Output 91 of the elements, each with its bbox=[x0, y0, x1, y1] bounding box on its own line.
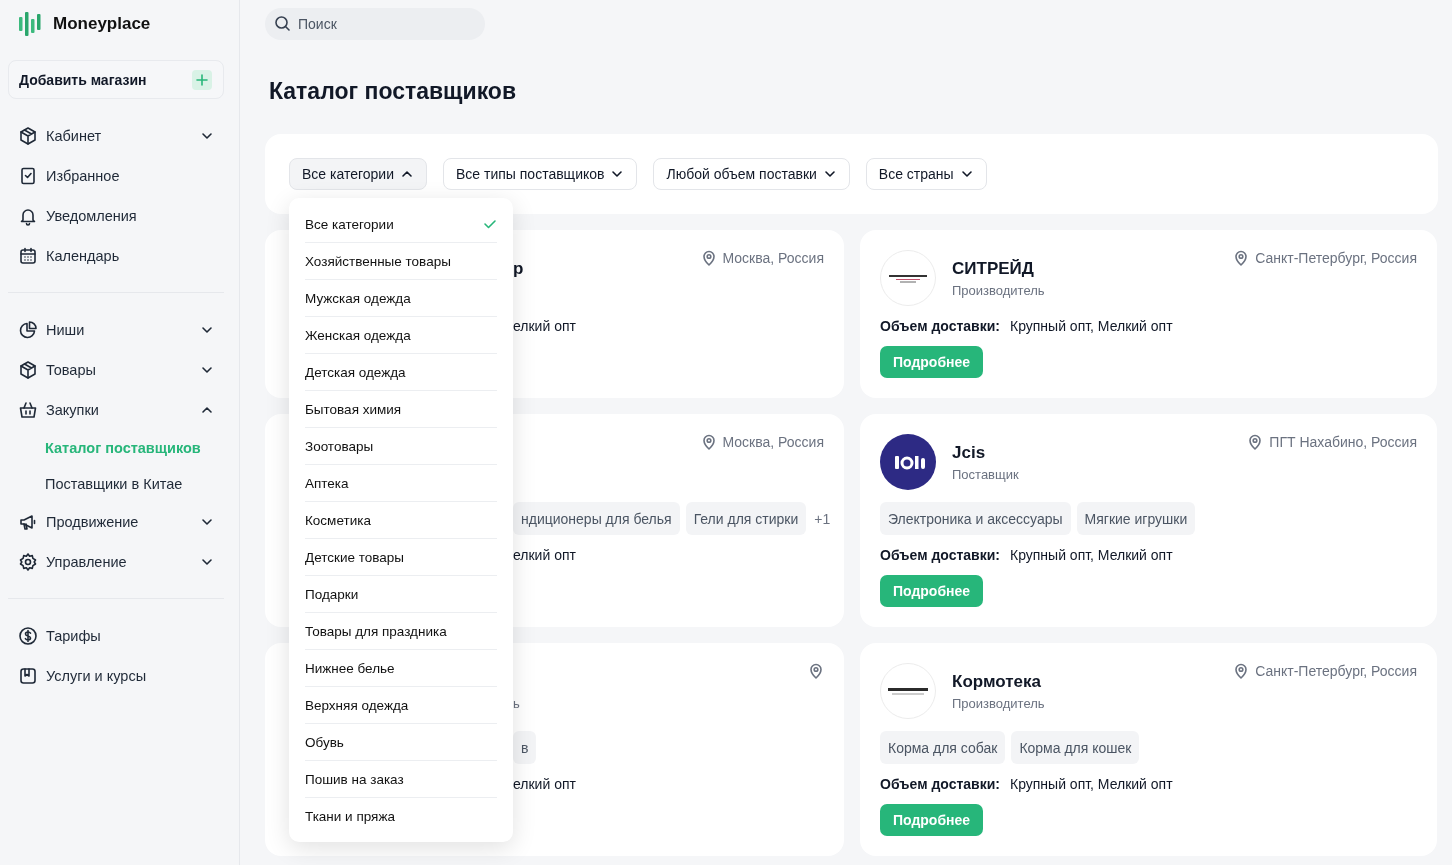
delivery-label: Объем доставки: bbox=[880, 546, 1000, 565]
nav-item[interactable]: Ниши bbox=[8, 310, 224, 350]
menu-item[interactable]: Бытовая химия bbox=[305, 391, 497, 428]
supplier-name: Jcis bbox=[952, 443, 986, 462]
gear-icon bbox=[18, 552, 38, 572]
filter-dropdown[interactable]: Все типы поставщиков bbox=[443, 158, 638, 190]
category-tag: Корма для собак bbox=[880, 731, 1006, 764]
location-text: Санкт-Петербург, Россия bbox=[1255, 663, 1417, 680]
supplier-type: Производитель bbox=[952, 283, 1046, 298]
nav-subitem[interactable]: Поставщики в Китае bbox=[8, 466, 224, 502]
menu-item[interactable]: Женская одежда bbox=[305, 317, 497, 354]
supplier-name: СИТРЕЙД bbox=[952, 259, 1034, 278]
delivery-value: Крупный опт, Мелкий опт bbox=[1010, 546, 1173, 565]
menu-item[interactable]: Все категории bbox=[305, 206, 497, 243]
location-text: Москва, Россия bbox=[722, 434, 824, 451]
box-icon bbox=[18, 360, 38, 380]
location-text: Москва, Россия bbox=[722, 250, 824, 267]
category-tag: в bbox=[513, 731, 537, 764]
location-pin-icon bbox=[1233, 250, 1250, 267]
filter-dropdown[interactable]: Все страны bbox=[865, 158, 987, 190]
delivery-value: елкий опт bbox=[513, 775, 576, 794]
location-text: ПГТ Нахабино, Россия bbox=[1269, 434, 1417, 451]
check-icon bbox=[483, 217, 497, 231]
delivery-label: Объем доставки: bbox=[880, 775, 1000, 794]
menu-item[interactable]: Товары для праздника bbox=[305, 613, 497, 650]
filter-dropdown[interactable]: Любой объем поставки bbox=[653, 158, 850, 190]
supplier-name: Кормотека bbox=[952, 672, 1041, 691]
category-tag: ндиционеры для белья bbox=[513, 502, 680, 535]
nav-item[interactable]: Управление bbox=[8, 542, 224, 582]
logo-icon bbox=[18, 11, 42, 37]
filter-dropdown[interactable]: Все категории bbox=[289, 158, 427, 190]
menu-item[interactable]: Мужская одежда bbox=[305, 280, 497, 317]
supplier-type: Производитель bbox=[952, 696, 1046, 711]
nav-item[interactable]: Продвижение bbox=[8, 502, 224, 542]
search-field[interactable]: Поиск bbox=[265, 8, 485, 40]
delivery-value: Крупный опт, Мелкий опт bbox=[1010, 775, 1173, 794]
supplier-type: Поставщик bbox=[952, 467, 1020, 482]
menu-item[interactable]: Аптека bbox=[305, 465, 497, 502]
category-tag: Электроника и аксессуары bbox=[880, 502, 1071, 535]
location-pin-icon bbox=[700, 434, 717, 451]
bell-icon bbox=[18, 206, 38, 226]
menu-item[interactable]: Нижнее белье bbox=[305, 650, 497, 687]
menu-item[interactable]: Обувь bbox=[305, 724, 497, 761]
dollar-circle-icon bbox=[18, 626, 38, 646]
box-icon bbox=[18, 126, 38, 146]
pie-chart-icon bbox=[18, 320, 38, 340]
delivery-value: Крупный опт, Мелкий опт bbox=[1010, 317, 1173, 336]
category-tag: Мягкие игрушки bbox=[1076, 502, 1196, 535]
search-icon bbox=[274, 15, 291, 32]
menu-item[interactable]: Зоотовары bbox=[305, 428, 497, 465]
plus-icon bbox=[195, 72, 209, 87]
nav-item[interactable]: Календарь bbox=[8, 236, 224, 276]
supplier-name: р bbox=[513, 259, 524, 278]
nav-item[interactable]: Товары bbox=[8, 350, 224, 390]
nav-item[interactable]: Тарифы bbox=[8, 616, 224, 656]
location-pin-icon bbox=[1233, 663, 1250, 680]
location-pin-icon bbox=[808, 663, 824, 680]
location-pin-icon bbox=[700, 250, 717, 267]
nav-item[interactable]: Закупки bbox=[8, 390, 224, 430]
location-pin-icon bbox=[1247, 434, 1264, 451]
megaphone-icon bbox=[18, 512, 38, 532]
nav-item[interactable]: Уведомления bbox=[8, 196, 224, 236]
nav-item[interactable]: Избранное bbox=[8, 156, 224, 196]
company-logo bbox=[880, 434, 936, 490]
nav-item[interactable]: Кабинет bbox=[8, 116, 224, 156]
add-store-button[interactable]: Добавить магазин bbox=[8, 60, 224, 99]
menu-item[interactable]: Подарки bbox=[305, 576, 497, 613]
menu-item[interactable]: Косметика bbox=[305, 502, 497, 539]
bookmark-icon bbox=[18, 166, 38, 186]
category-tag: Гели для стирки bbox=[685, 502, 807, 535]
delivery-value: елкий опт bbox=[513, 546, 576, 565]
company-logo bbox=[880, 663, 936, 719]
page-title: Каталог поставщиков bbox=[269, 78, 518, 105]
calendar-icon bbox=[18, 246, 38, 266]
menu-item[interactable]: Детские товары bbox=[305, 539, 497, 576]
menu-item[interactable]: Хозяйственные товары bbox=[305, 243, 497, 280]
more-count: +1 bbox=[814, 510, 831, 527]
location-text: Санкт-Петербург, Россия bbox=[1255, 250, 1417, 267]
supplier-type: ь bbox=[513, 696, 521, 711]
menu-item[interactable]: Верхняя одежда bbox=[305, 687, 497, 724]
book-icon bbox=[18, 666, 38, 686]
brand-name: Moneyplace bbox=[53, 14, 151, 34]
nav-item[interactable]: Услуги и курсы bbox=[8, 656, 224, 696]
menu-item[interactable]: Ткани и пряжа bbox=[305, 798, 497, 835]
category-tag: Корма для кошек bbox=[1011, 731, 1140, 764]
menu-item[interactable]: Детская одежда bbox=[305, 354, 497, 391]
delivery-value: елкий опт bbox=[513, 317, 576, 336]
delivery-label: Объем доставки: bbox=[880, 317, 1000, 336]
company-logo bbox=[880, 250, 936, 306]
menu-item[interactable]: Пошив на заказ bbox=[305, 761, 497, 798]
basket-icon bbox=[18, 400, 38, 420]
